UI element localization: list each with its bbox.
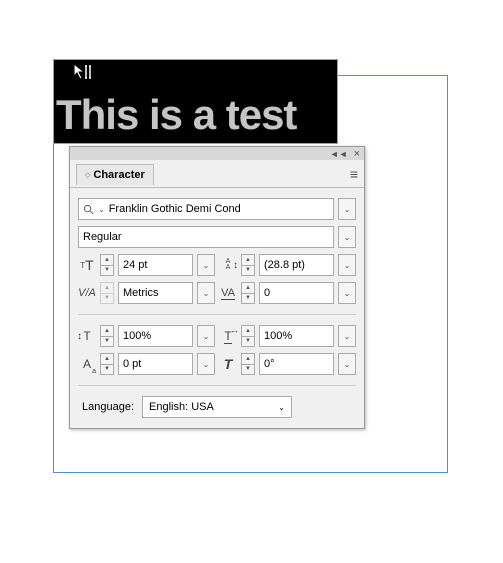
language-value: English: USA [149, 401, 214, 413]
leading-field[interactable]: (28.8 pt) [259, 254, 334, 276]
tab-label: Character [93, 169, 144, 181]
baseline-shift-field[interactable]: 0 pt [118, 353, 193, 375]
leading-stepper[interactable]: ▲▼ [241, 254, 255, 276]
panel-titlebar: ◄◄ × [70, 147, 364, 160]
font-size-stepper[interactable]: ▲▼ [100, 254, 114, 276]
tab-toggle-icon: ◇ [85, 171, 90, 179]
collapse-icon[interactable]: ◄◄ [330, 149, 348, 159]
horizontal-scale-field[interactable]: 100% [259, 325, 334, 347]
tracking-field[interactable]: 0 [259, 282, 334, 304]
vertical-scale-stepper[interactable]: ▲▼ [100, 325, 114, 347]
font-family-value: Franklin Gothic Demi Cond [109, 203, 241, 215]
baseline-shift-dropdown[interactable]: ⌄ [197, 353, 215, 375]
tracking-icon: VA [219, 284, 237, 302]
horizontal-scale-dropdown[interactable]: ⌄ [338, 325, 356, 347]
panel-menu-icon[interactable]: ≡ [350, 166, 358, 182]
text-content[interactable]: This is a test [54, 91, 296, 143]
divider [78, 385, 356, 386]
font-size-icon: TT [78, 256, 96, 274]
close-icon[interactable]: × [354, 148, 360, 160]
character-panel: ◄◄ × ◇ Character ≡ ⌄ Franklin Gothic Dem… [69, 146, 365, 429]
horizontal-scale-icon: T↔ [219, 327, 237, 345]
kerning-dropdown[interactable]: ⌄ [197, 282, 215, 304]
font-family-dropdown[interactable]: ⌄ [338, 198, 356, 220]
panel-tabs: ◇ Character ≡ [70, 160, 364, 188]
recent-fonts-caret[interactable]: ⌄ [98, 205, 105, 214]
horizontal-scale-stepper[interactable]: ▲▼ [241, 325, 255, 347]
language-select[interactable]: English: USA ⌄ [142, 396, 292, 418]
tab-character[interactable]: ◇ Character [76, 164, 154, 185]
font-size-field[interactable]: 24 pt [118, 254, 193, 276]
skew-field[interactable]: 0° [259, 353, 334, 375]
font-style-field[interactable]: Regular [78, 226, 334, 248]
divider [78, 314, 356, 315]
font-size-dropdown[interactable]: ⌄ [197, 254, 215, 276]
vertical-scale-icon: ↕T [78, 327, 96, 345]
panel-body: ⌄ Franklin Gothic Demi Cond ⌄ Regular ⌄ … [70, 188, 364, 428]
kerning-field[interactable]: Metrics [118, 282, 193, 304]
baseline-shift-stepper[interactable]: ▲▼ [100, 353, 114, 375]
skew-icon: T [219, 355, 237, 373]
baseline-shift-icon: Aa [78, 355, 96, 373]
leading-dropdown[interactable]: ⌄ [338, 254, 356, 276]
skew-stepper[interactable]: ▲▼ [241, 353, 255, 375]
text-frame[interactable]: This is a test [53, 59, 338, 144]
vertical-scale-field[interactable]: 100% [118, 325, 193, 347]
language-label: Language: [82, 401, 134, 413]
vertical-scale-dropdown[interactable]: ⌄ [197, 325, 215, 347]
leading-icon: AA↕ [219, 256, 237, 274]
chevron-down-icon: ⌄ [278, 403, 285, 412]
search-icon [83, 204, 94, 215]
tracking-dropdown[interactable]: ⌄ [338, 282, 356, 304]
kerning-stepper: ▲▼ [100, 282, 114, 304]
tracking-stepper[interactable]: ▲▼ [241, 282, 255, 304]
kerning-icon: V/A [78, 284, 96, 302]
font-style-dropdown[interactable]: ⌄ [338, 226, 356, 248]
font-style-value: Regular [83, 231, 122, 243]
font-family-field[interactable]: ⌄ Franklin Gothic Demi Cond [78, 198, 334, 220]
skew-dropdown[interactable]: ⌄ [338, 353, 356, 375]
